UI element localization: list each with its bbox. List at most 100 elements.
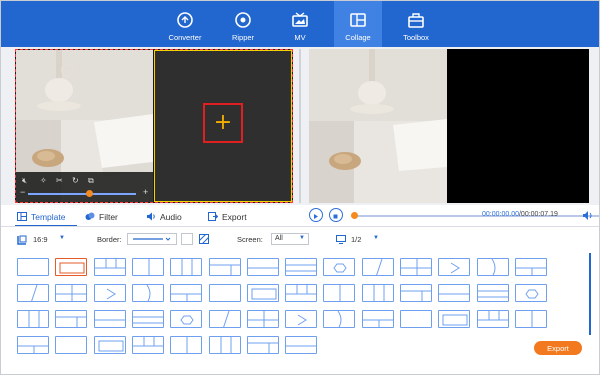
template-item[interactable] [400, 284, 432, 302]
tab-audio[interactable]: Audio [146, 208, 182, 226]
border-label: Border: [97, 235, 122, 244]
template-item[interactable] [323, 284, 356, 302]
tab-separator [1, 226, 599, 227]
template-item[interactable] [208, 336, 241, 354]
play-button[interactable] [309, 208, 323, 222]
border-pattern-icon[interactable] [199, 234, 209, 244]
template-item[interactable] [55, 336, 88, 354]
tab-template[interactable]: Template [17, 208, 66, 226]
nav-ripper-label: Ripper [231, 33, 255, 42]
nav-collage[interactable]: Collage [334, 1, 382, 47]
nav-collage-label: Collage [345, 33, 371, 42]
export-button[interactable]: Export [534, 341, 582, 355]
template-item[interactable] [17, 258, 49, 276]
template-item[interactable] [246, 336, 279, 354]
template-item[interactable] [476, 284, 509, 302]
output-photo [309, 49, 447, 203]
tab-bar: Template Filter Audio Export [1, 206, 301, 227]
border-color-picker[interactable] [181, 233, 193, 245]
preview-divider[interactable] [299, 49, 301, 203]
page-dropdown-icon[interactable]: ▼ [373, 235, 379, 241]
time-display: 00:00:00.00/00:00:07.19 [482, 211, 558, 218]
template-item[interactable] [208, 284, 241, 302]
stop-button[interactable] [329, 208, 343, 222]
template-item[interactable] [17, 310, 49, 328]
template-item[interactable] [131, 336, 164, 354]
template-item[interactable] [438, 284, 471, 302]
tab-export[interactable]: Export [208, 208, 247, 226]
template-item[interactable] [323, 258, 356, 276]
rotate-icon[interactable]: ↻ [72, 176, 79, 185]
template-item[interactable] [93, 258, 126, 276]
template-item[interactable] [93, 310, 126, 328]
template-item[interactable] [400, 310, 432, 328]
toolbox-icon [408, 13, 424, 28]
template-item[interactable] [361, 310, 394, 328]
ratio-value[interactable]: 16:9 [33, 235, 48, 244]
template-item[interactable] [208, 258, 241, 276]
volume-minus-icon[interactable]: − [20, 187, 25, 197]
export-icon [208, 211, 219, 223]
template-item[interactable] [476, 258, 509, 276]
progress-track[interactable] [353, 215, 599, 217]
nav-ripper[interactable]: Ripper [219, 1, 267, 47]
template-item[interactable] [246, 310, 279, 328]
mute-icon[interactable]: 🔇︎ [22, 176, 27, 186]
template-item[interactable] [400, 258, 432, 276]
template-item[interactable] [285, 258, 318, 276]
template-item[interactable] [17, 284, 49, 302]
template-item[interactable] [514, 310, 547, 328]
template-item[interactable] [131, 284, 164, 302]
collage-cell-2[interactable]: + [154, 50, 292, 202]
nav-mv[interactable]: MV [276, 1, 324, 47]
magic-icon[interactable]: ✧ [40, 176, 47, 185]
duration: /00:00:07.19 [518, 211, 558, 218]
template-item[interactable] [285, 336, 318, 354]
template-item[interactable] [361, 258, 394, 276]
nav-toolbox[interactable]: Toolbox [392, 1, 440, 47]
screen-select[interactable]: All ▼ [271, 233, 309, 245]
template-item[interactable] [170, 258, 203, 276]
template-item[interactable] [438, 258, 471, 276]
template-item[interactable] [93, 284, 126, 302]
volume-slider[interactable] [28, 193, 136, 195]
template-item[interactable] [131, 258, 164, 276]
template-item[interactable] [514, 258, 547, 276]
template-item[interactable] [170, 310, 203, 328]
template-item[interactable] [285, 284, 318, 302]
template-item[interactable] [208, 310, 241, 328]
template-item[interactable] [93, 336, 126, 354]
template-grid [17, 258, 577, 354]
template-item[interactable] [323, 310, 356, 328]
template-item[interactable] [55, 284, 88, 302]
volume-icon[interactable] [582, 210, 594, 221]
ratio-dropdown-icon[interactable]: ▼ [59, 235, 65, 241]
template-item[interactable] [285, 310, 318, 328]
template-item[interactable] [514, 284, 547, 302]
tab-filter[interactable]: Filter [85, 208, 118, 226]
template-item[interactable] [55, 258, 88, 276]
template-item[interactable] [246, 284, 279, 302]
template-scrollbar[interactable] [589, 253, 591, 335]
scissors-icon[interactable]: ✂ [56, 176, 63, 185]
preview-area: 🔇︎ ✧ ✂ ↻ ⧉ − + + [1, 47, 599, 205]
template-item[interactable] [55, 310, 88, 328]
template-item[interactable] [246, 258, 279, 276]
add-media-button[interactable]: + [203, 103, 243, 143]
border-style-select[interactable] [127, 233, 177, 245]
template-item[interactable] [131, 310, 164, 328]
template-item[interactable] [170, 284, 203, 302]
template-item[interactable] [438, 310, 471, 328]
template-item[interactable] [476, 310, 509, 328]
volume-plus-icon[interactable]: + [143, 187, 148, 197]
template-item[interactable] [17, 336, 49, 354]
template-item[interactable] [170, 336, 203, 354]
progress-handle[interactable] [351, 212, 358, 219]
nav-converter[interactable]: Converter [161, 1, 209, 47]
play-icon [314, 214, 318, 219]
crop-icon[interactable]: ⧉ [88, 176, 94, 186]
template-item[interactable] [361, 284, 394, 302]
collage-cell-1[interactable]: 🔇︎ ✧ ✂ ↻ ⧉ − + [16, 50, 153, 202]
volume-handle[interactable] [86, 190, 93, 197]
top-navigation: Converter Ripper MV Collage Toolbox [1, 1, 599, 47]
